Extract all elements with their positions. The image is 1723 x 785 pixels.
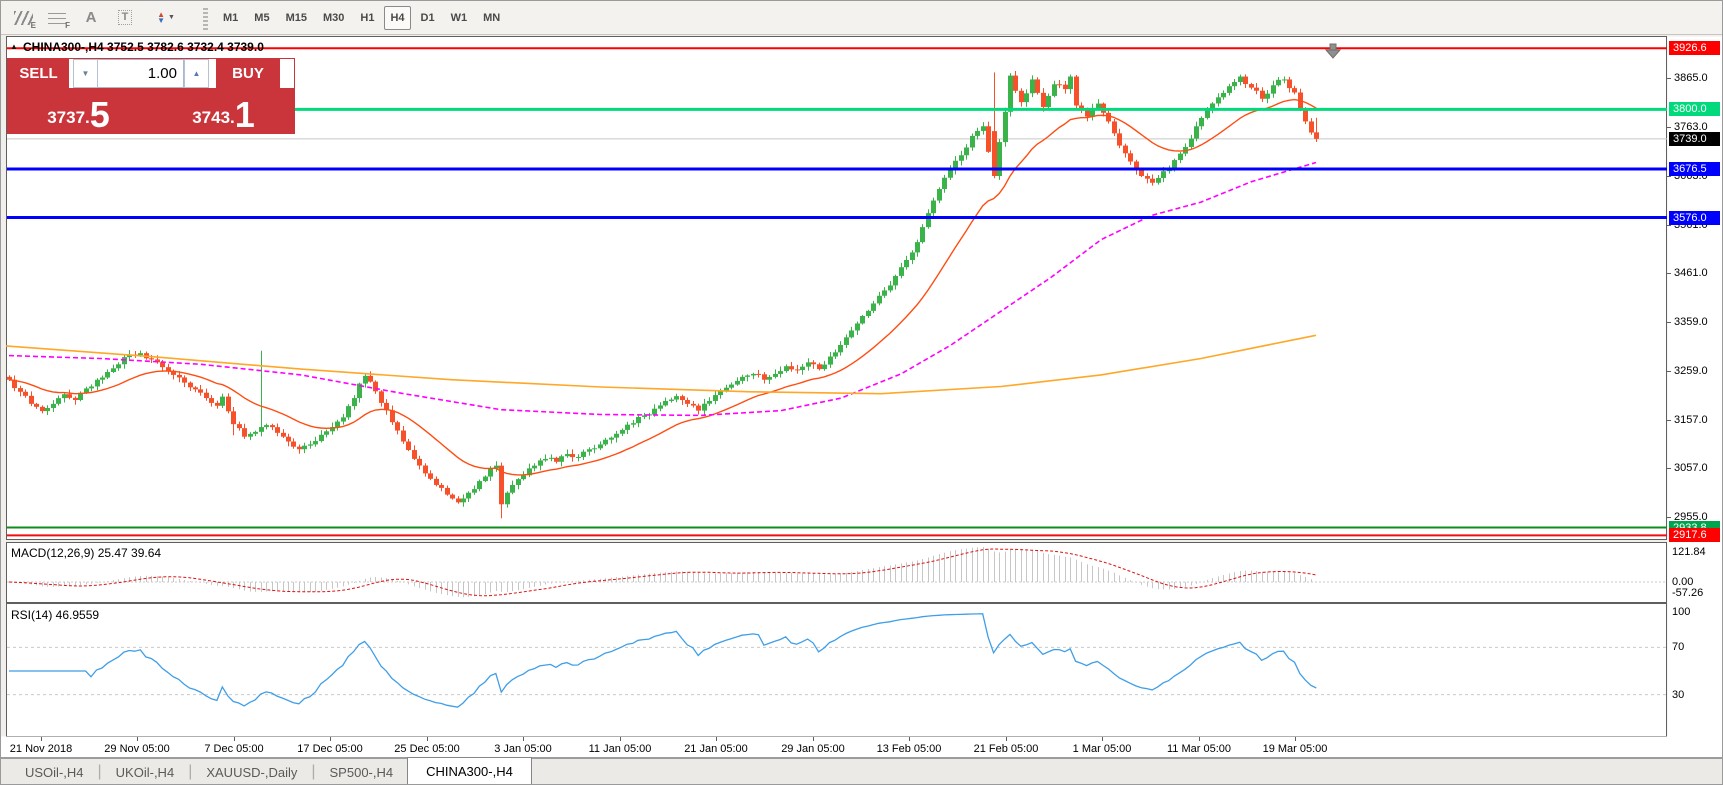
rsi-scale-70: 70	[1672, 641, 1684, 654]
buy-button[interactable]: BUY	[216, 59, 280, 88]
time-label-3-jan-05-00: 3 Jan 05:00	[494, 743, 552, 756]
price-level-box-3800-0: 3800.0	[1669, 102, 1720, 116]
price-level-box-3576-0: 3576.0	[1669, 211, 1720, 225]
price-tick-mark	[1667, 78, 1671, 79]
price-tick-mark	[1667, 225, 1671, 226]
time-tick-mark	[427, 737, 428, 741]
volume-decrease-button[interactable]: ▼	[73, 59, 98, 88]
time-tick-mark	[330, 737, 331, 741]
time-label-19-mar-05-00: 19 Mar 05:00	[1263, 743, 1328, 756]
price-tick-label-3157-0: 3157.0	[1674, 414, 1708, 427]
price-tick-label-3461-0: 3461.0	[1674, 267, 1708, 280]
price-tick-label-3865-0: 3865.0	[1674, 72, 1708, 85]
time-tick-mark	[620, 737, 621, 741]
chart-tab-xauusd-daily[interactable]: XAUUSD-,Daily	[192, 760, 311, 785]
rsi-indicator-label: RSI(14) 46.9559	[11, 608, 99, 622]
price-tick-label-3057-0: 3057.0	[1674, 462, 1708, 475]
chart-tab-bar: USOil-,H4|UKOil-,H4|XAUUSD-,Daily|SP500-…	[1, 758, 1722, 785]
sell-button[interactable]: SELL	[8, 59, 73, 88]
time-label-11-jan-05-00: 11 Jan 05:00	[589, 743, 652, 756]
price-level-box-3926-6: 3926.6	[1669, 41, 1720, 55]
time-axis[interactable]: 21 Nov 2018 29 Nov 05:00 7 Dec 05:00 17 Dec…	[1, 737, 1723, 758]
caret-down-icon: ▼	[82, 69, 90, 78]
time-tick-mark	[1199, 737, 1200, 741]
price-tick-mark	[1667, 517, 1671, 518]
buy-price-big-digit: 1	[235, 97, 255, 133]
time-tick-mark	[813, 737, 814, 741]
volume-increase-button[interactable]: ▲	[184, 59, 209, 88]
time-label-7-dec-05-00: 7 Dec 05:00	[204, 743, 263, 756]
price-tick-label-3259-0: 3259.0	[1674, 365, 1708, 378]
price-tick-mark	[1667, 273, 1671, 274]
time-tick-mark	[1295, 737, 1296, 741]
time-label-21-jan-05-00: 21 Jan 05:00	[684, 743, 748, 756]
time-tick-mark	[1102, 737, 1103, 741]
price-level-box-3739-0: 3739.0	[1669, 132, 1720, 146]
order-row: SELL ▼ ▲ BUY	[8, 59, 294, 88]
time-label-1-mar-05-00: 1 Mar 05:00	[1073, 743, 1132, 756]
price-tick-mark	[1667, 420, 1671, 421]
chart-header: CHINA300-,H4 3752.5 3782.6 3732.4 3739.0	[23, 40, 264, 54]
time-label-21-nov-2018: 21 Nov 2018	[10, 743, 72, 756]
rsi-scale-100: 100	[1672, 606, 1690, 619]
price-tick-mark	[1667, 127, 1671, 128]
caret-up-icon: ▲	[193, 69, 201, 78]
time-tick-mark	[716, 737, 717, 741]
time-label-25-dec-05-00: 25 Dec 05:00	[394, 743, 459, 756]
volume-input[interactable]	[98, 59, 184, 88]
time-label-29-jan-05-00: 29 Jan 05:00	[781, 743, 845, 756]
rsi-scale-30: 30	[1672, 689, 1684, 702]
chart-overlay: ▲ CHINA300-,H4 3752.5 3782.6 3732.4 3739…	[1, 1, 1723, 785]
price-tick-mark	[1667, 371, 1671, 372]
macd-indicator-label: MACD(12,26,9) 25.47 39.64	[11, 546, 161, 560]
time-tick-mark	[909, 737, 910, 741]
sell-price-prefix: 3737.	[47, 108, 90, 133]
price-level-box-3676-5: 3676.5	[1669, 162, 1720, 176]
time-label-13-feb-05-00: 13 Feb 05:00	[877, 743, 942, 756]
sell-price-button[interactable]: 3737. 5	[8, 90, 149, 133]
trading-terminal-window: E F A T ▲▼ ▼ M1M5M15M30H1H4D1W1MN ▲ CHIN…	[0, 0, 1723, 785]
buy-price-prefix: 3743.	[192, 108, 235, 133]
chart-symbol-period: CHINA300-,H4	[23, 40, 104, 54]
price-tick-mark	[1667, 176, 1671, 177]
time-label-11-mar-05-00: 11 Mar 05:00	[1167, 743, 1231, 756]
one-click-trading-panel: SELL ▼ ▲ BUY 3737. 5 3743. 1	[7, 58, 295, 134]
chart-tab-sp500-h4[interactable]: SP500-,H4	[316, 760, 408, 785]
time-tick-mark	[41, 737, 42, 741]
chart-tab-china300-h4[interactable]: CHINA300-,H4	[407, 757, 532, 785]
price-level-box-2917-6: 2917.6	[1669, 528, 1720, 542]
macd-scale-121-84: 121.84	[1672, 546, 1706, 559]
chart-tab-ukoil-h4[interactable]: UKOil-,H4	[102, 760, 189, 785]
symbol-up-triangle-icon: ▲	[10, 42, 18, 51]
price-tick-mark	[1667, 322, 1671, 323]
price-row: 3737. 5 3743. 1	[8, 90, 294, 133]
time-tick-mark	[523, 737, 524, 741]
time-tick-mark	[137, 737, 138, 741]
price-tick-label-3359-0: 3359.0	[1674, 316, 1708, 329]
sell-price-big-digit: 5	[90, 97, 110, 133]
time-tick-mark	[1006, 737, 1007, 741]
time-tick-mark	[234, 737, 235, 741]
time-label-21-feb-05-00: 21 Feb 05:00	[974, 743, 1039, 756]
chart-ohlc-values: 3752.5 3782.6 3732.4 3739.0	[107, 40, 264, 54]
chart-tab-usoil-h4[interactable]: USOil-,H4	[11, 760, 98, 785]
time-label-17-dec-05-00: 17 Dec 05:00	[297, 743, 362, 756]
macd-scale-57-26: -57.26	[1672, 587, 1703, 600]
price-tick-mark	[1667, 468, 1671, 469]
time-label-29-nov-05-00: 29 Nov 05:00	[104, 743, 169, 756]
buy-price-button[interactable]: 3743. 1	[153, 90, 294, 133]
